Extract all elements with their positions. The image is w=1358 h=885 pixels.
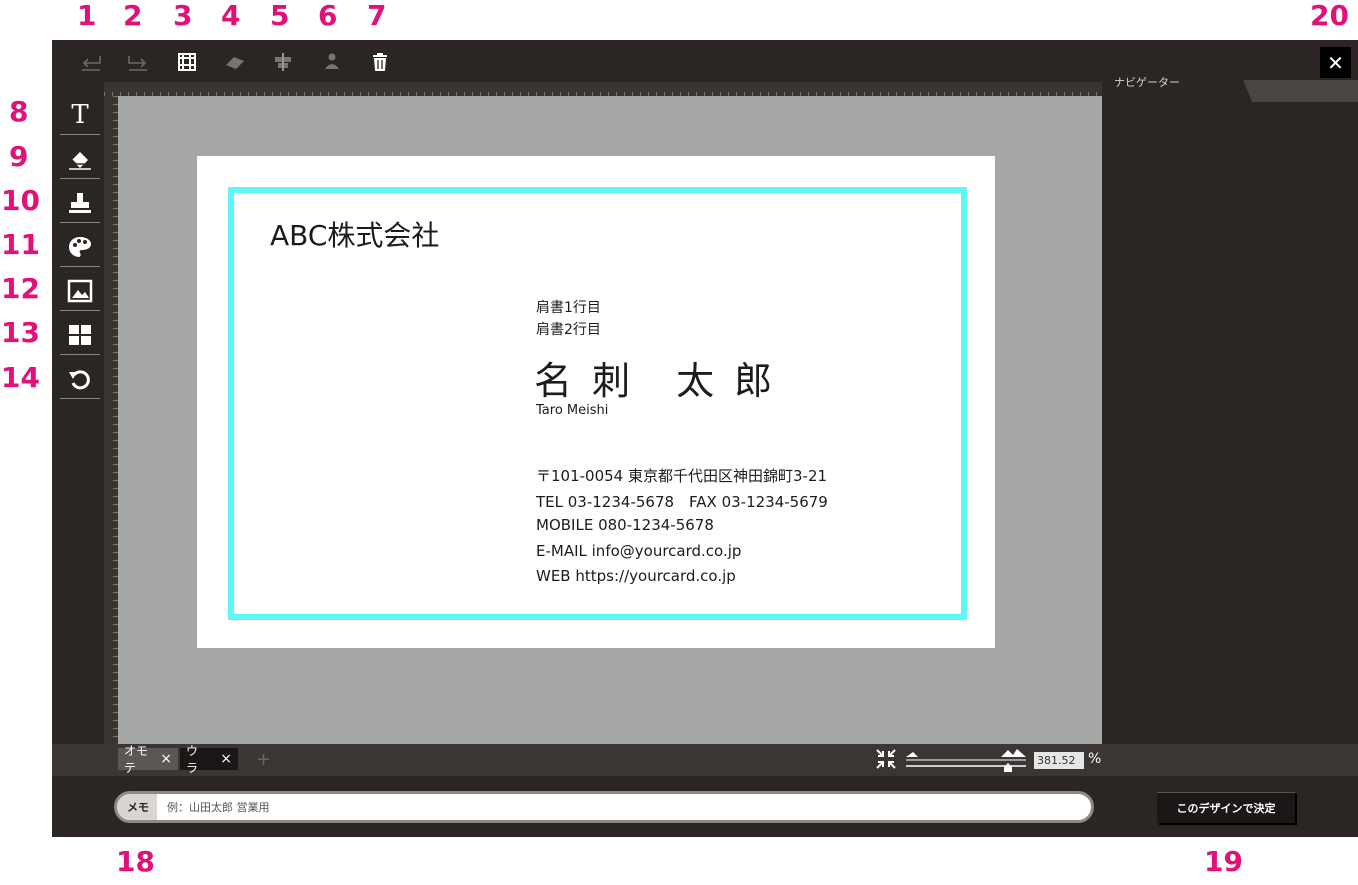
zoom-unit: % [1088,751,1102,767]
zoom-input[interactable]: 381.52 [1034,752,1084,769]
image-icon [67,279,93,303]
close-button[interactable]: ✕ [1320,47,1351,78]
eraser-icon [69,152,91,170]
color-tool[interactable] [60,228,100,267]
navigator-tab[interactable]: ナビゲーター [1102,72,1232,102]
tab-front[interactable]: オモテ × [118,744,178,775]
title-line-2[interactable]: 肩書2行目 [536,319,601,339]
layout-tool[interactable] [60,316,100,355]
trash-icon [373,53,387,71]
callout-10: 10 [1,184,40,217]
confirm-design-button[interactable]: このデザインで決定 [1157,792,1295,823]
ruler-ticks [104,83,1102,97]
navigator-body [1102,102,1358,744]
mobile[interactable]: MOBILE 080-1234-5678 [536,516,714,534]
eraser-tool-button[interactable] [222,50,248,74]
redo-icon [128,56,147,71]
callout-6: 6 [318,0,338,32]
undo-button[interactable] [78,50,104,74]
company-name[interactable]: ABC株式会社 [270,214,439,254]
callout-18: 18 [116,845,155,878]
undo-icon [82,56,101,71]
callout-20: 20 [1310,0,1349,32]
eraser-tool[interactable] [60,140,100,179]
zoom-in-icon [1001,749,1026,757]
stamp-icon [69,193,91,213]
zoom-out-icon [906,752,918,757]
memo-input[interactable] [165,799,1091,815]
fit-to-screen-icon[interactable] [875,748,897,770]
eraser-icon [226,57,244,69]
plus-icon: + [256,748,272,770]
grid-button[interactable] [174,50,200,74]
address[interactable]: 〒101-0054 東京都千代田区神田錦町3-21 [536,465,827,486]
tab-back[interactable]: ウラ × [180,744,238,775]
person-name-romaji[interactable]: Taro Meishi [536,403,608,418]
memo-bar: メモ このデザインで決定 [52,776,1358,837]
left-toolbar: T [52,96,104,744]
redo-button[interactable] [125,50,151,74]
tab-back-label: ウラ [186,744,199,775]
business-card[interactable]: ABC株式会社 肩書1行目 肩書2行目 名 刺 太 郎 Taro Meishi … [197,156,995,648]
callout-5: 5 [270,0,290,32]
tab-front-close-icon[interactable]: × [160,751,172,767]
grid-icon [178,53,196,71]
callout-1: 1 [77,0,97,32]
zoom-slider[interactable] [904,746,1029,774]
callout-13: 13 [1,316,40,349]
callout-2: 2 [123,0,143,32]
align-icon [275,53,291,71]
navigator-panel: ナビゲーター [1102,40,1358,744]
tab-front-label: オモテ [124,744,149,775]
stamp-tool[interactable] [60,184,100,223]
callout-4: 4 [221,0,241,32]
callout-14: 14 [1,361,40,394]
close-icon: ✕ [1327,50,1344,75]
person-button[interactable] [319,50,345,74]
navigator-tab-edge [1232,72,1252,102]
editor-app: T ABC株式会社 肩書1行目 肩書2行目 名 刺 太 郎 Taro Meish… [52,40,1358,837]
person-icon [325,53,339,69]
image-tool[interactable] [60,272,100,311]
person-name[interactable]: 名 刺 太 郎 [534,350,776,405]
callout-7: 7 [367,0,387,32]
design-canvas[interactable]: ABC株式会社 肩書1行目 肩書2行目 名 刺 太 郎 Taro Meishi … [118,96,1102,744]
callout-12: 12 [1,272,40,305]
memo-label: メモ [117,794,157,820]
text-tool-button[interactable]: T [60,96,100,135]
align-button[interactable] [270,50,296,74]
callout-9: 9 [9,140,29,173]
text-icon: T [71,100,89,130]
tab-back-close-icon[interactable]: × [220,751,232,767]
top-ruler [104,82,1102,97]
ruler-ticks [104,96,118,744]
callout-19: 19 [1204,845,1243,878]
callout-3: 3 [173,0,193,32]
top-toolbar [52,40,1102,82]
layout-icon [69,325,91,345]
website[interactable]: WEB https://yourcard.co.jp [536,567,736,585]
callout-11: 11 [1,228,40,261]
tel-fax[interactable]: TEL 03-1234-5678 FAX 03-1234-5679 [536,491,828,512]
title-line-1[interactable]: 肩書1行目 [536,297,601,317]
reset-icon [69,370,90,390]
left-ruler [104,96,118,744]
page-bar: オモテ × ウラ × + 381.52 % [52,744,1358,776]
zoom-slider-thumb[interactable] [1004,763,1012,772]
callout-8: 8 [9,95,29,128]
email[interactable]: E-MAIL info@yourcard.co.jp [536,542,741,560]
palette-icon [69,237,91,257]
add-page-button[interactable]: + [250,748,277,770]
memo-field[interactable]: メモ [114,791,1094,823]
reset-tool[interactable] [60,360,100,399]
delete-button[interactable] [367,50,393,74]
